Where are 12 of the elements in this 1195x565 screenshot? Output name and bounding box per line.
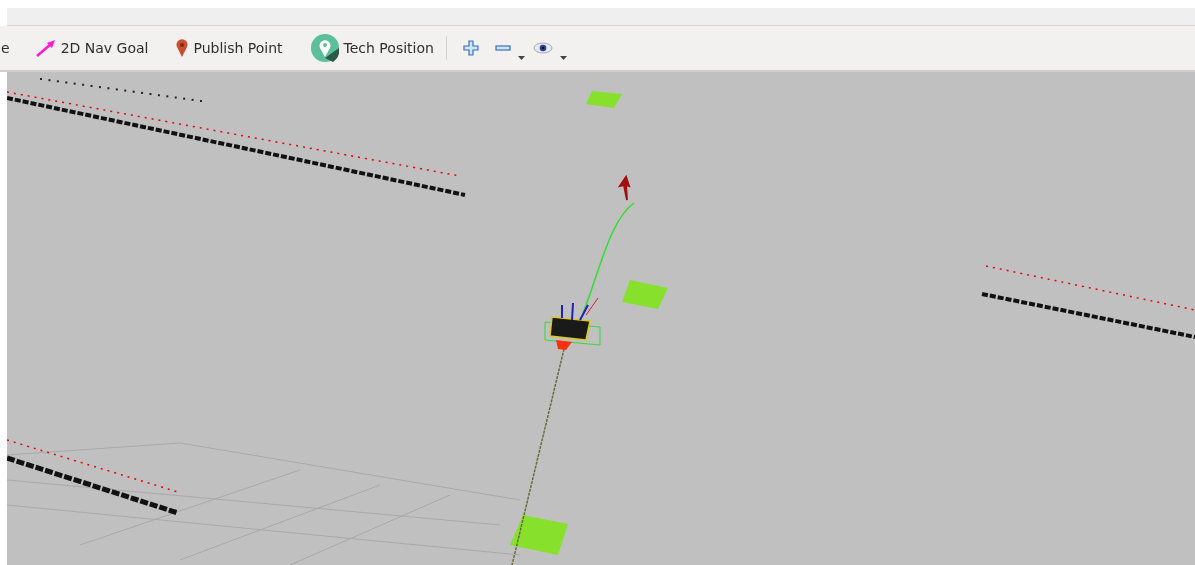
minus-icon [494, 45, 511, 51]
tool-label[interactable]: e [1, 40, 10, 56]
eye-icon [532, 42, 553, 54]
tool-button[interactable]: Tech Position [302, 30, 442, 66]
location-pin-icon [310, 34, 339, 62]
caret-icon [517, 56, 525, 60]
caret-icon [559, 56, 567, 60]
arrow-icon [35, 39, 56, 57]
plus-icon [462, 40, 479, 56]
tool-button[interactable]: 2D Nav Goal [27, 30, 157, 66]
map-pin-icon [176, 39, 189, 57]
tool-button[interactable]: Publish Point [168, 30, 291, 66]
